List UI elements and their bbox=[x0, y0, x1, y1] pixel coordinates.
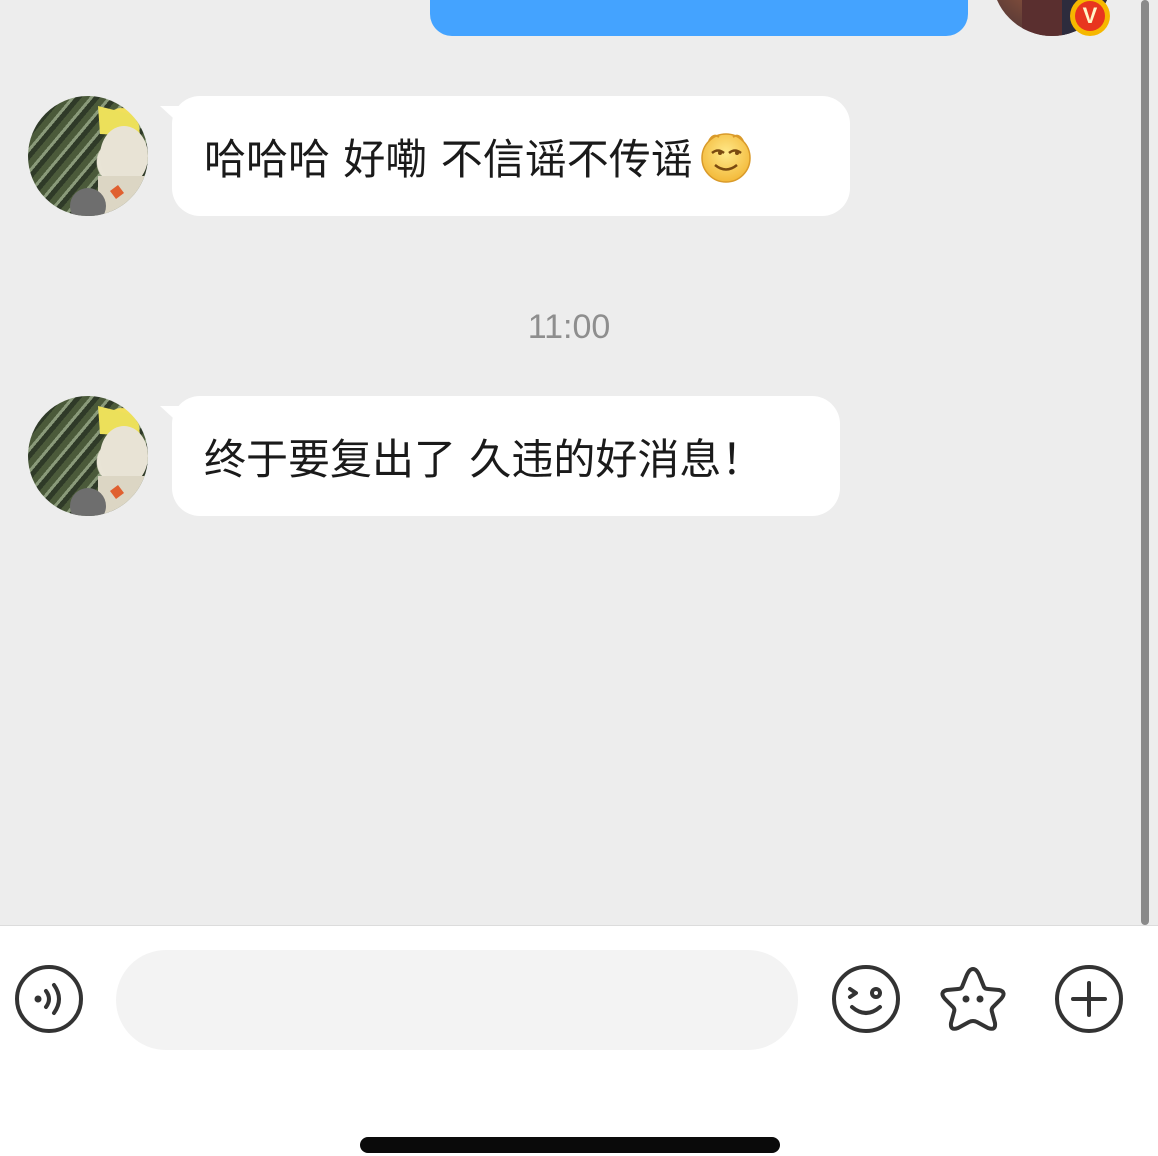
voice-button[interactable] bbox=[13, 965, 85, 1037]
received-message-bubble[interactable]: 哈哈哈 好嘞 不信谣不传谣 bbox=[172, 96, 850, 216]
favorites-button[interactable] bbox=[937, 965, 1009, 1037]
sticker-wink-icon bbox=[830, 963, 902, 1039]
verified-badge: V bbox=[1070, 0, 1110, 36]
message-timestamp: 11:00 bbox=[527, 308, 611, 346]
contact-avatar[interactable] bbox=[28, 396, 148, 516]
sent-message-bubble[interactable] bbox=[430, 0, 968, 36]
more-button[interactable] bbox=[1053, 965, 1125, 1037]
chat-input-bar bbox=[0, 925, 1158, 1156]
plus-icon bbox=[1053, 963, 1125, 1039]
favorite-star-icon bbox=[937, 963, 1009, 1039]
contact-avatar[interactable] bbox=[28, 96, 148, 216]
home-indicator[interactable] bbox=[360, 1137, 780, 1153]
verified-badge-letter: V bbox=[1075, 1, 1105, 31]
voice-icon bbox=[13, 963, 85, 1039]
message-text: 哈哈哈 好嘞 不信谣不传谣 bbox=[204, 134, 693, 184]
message-input[interactable] bbox=[116, 950, 798, 1050]
scrollbar[interactable] bbox=[1141, 0, 1149, 925]
message-text: 终于要复出了 久违的好消息！ bbox=[204, 434, 764, 484]
received-message-bubble[interactable]: 终于要复出了 久违的好消息！ bbox=[172, 396, 840, 516]
smug-face-emoji-icon bbox=[699, 129, 753, 183]
chat-message-area[interactable]: V 哈哈哈 好嘞 不信谣不传谣 11:00 终于要复出了 久违的好消息！ bbox=[0, 0, 1158, 925]
sticker-button[interactable] bbox=[830, 965, 902, 1037]
